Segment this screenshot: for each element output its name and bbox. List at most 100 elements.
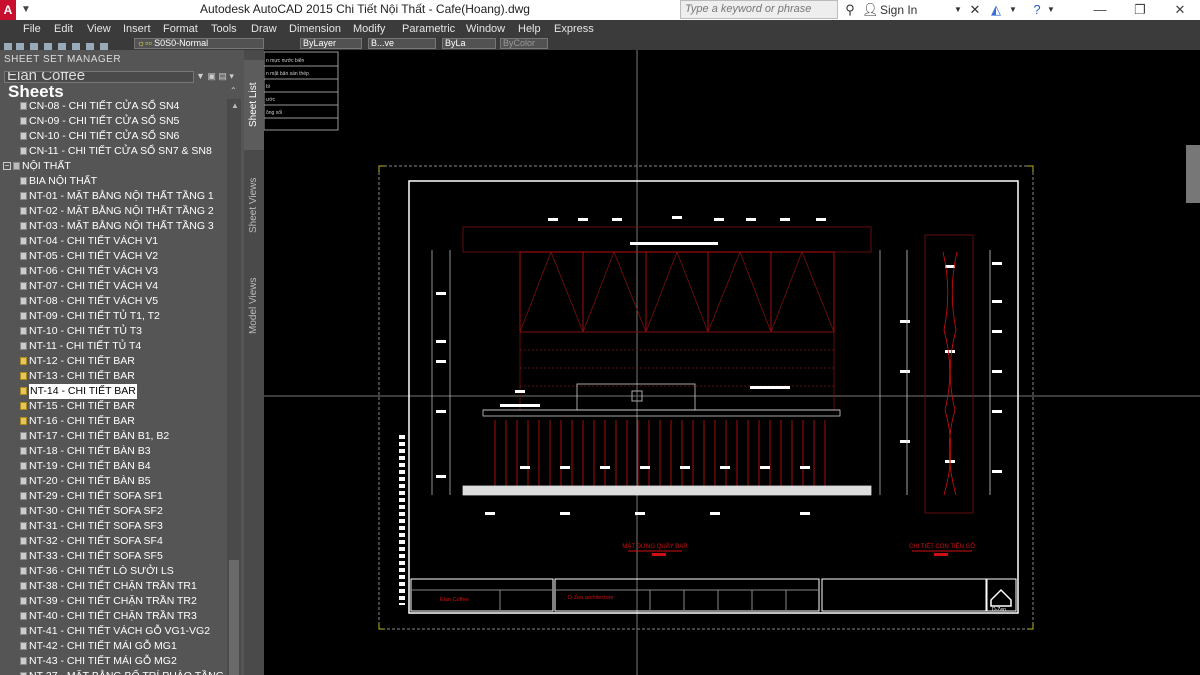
sheet-item[interactable]: NT-10 - CHI TIẾT TỦ T3	[0, 324, 227, 339]
menu-format[interactable]: Format	[163, 23, 198, 35]
menu-edit[interactable]: Edit	[54, 23, 73, 35]
sheet-item[interactable]: NT-32 - CHI TIẾT SOFA SF4	[0, 534, 227, 549]
application-menu-chevron-icon[interactable]: ▼	[17, 0, 35, 20]
tree-group[interactable]: − NỘI THẤT	[0, 159, 227, 174]
search-input[interactable]: Type a keyword or phrase	[680, 0, 838, 19]
tab-model-views[interactable]: Model Views	[244, 258, 264, 353]
sheet-item[interactable]: NT-41 - CHI TIẾT VÁCH GỖ VG1-VG2	[0, 624, 227, 639]
sheet-icon	[20, 657, 27, 665]
sheet-item[interactable]: NT-15 - CHI TIẾT BAR	[0, 399, 227, 414]
sheet-item[interactable]: NT-20 - CHI TIẾT BÀN B5	[0, 474, 227, 489]
scroll-up-arrow-icon[interactable]: ▲	[231, 101, 239, 110]
ssm-tool-icons[interactable]: ▼ ▣ ▤ ▾	[196, 71, 240, 83]
linetype-dropdown[interactable]: B...ve	[368, 38, 436, 49]
help-icon[interactable]: ?	[1028, 0, 1046, 20]
sheet-item[interactable]: NT-30 - CHI TIẾT SOFA SF2	[0, 504, 227, 519]
layer-dropdown[interactable]: ☼▫▫ S0S0-Normal	[134, 38, 264, 49]
sheet-item[interactable]: NT-42 - CHI TIẾT MÁI GỖ MG1	[0, 639, 227, 654]
sheet-item[interactable]: NT-29 - CHI TIẾT SOFA SF1	[0, 489, 227, 504]
menu-window[interactable]: Window	[466, 23, 505, 35]
sheet-item[interactable]: NT-40 - CHI TIẾT CHẶN TRẦN TR3	[0, 609, 227, 624]
collapse-chevron-icon[interactable]: ⌃	[230, 86, 237, 95]
sheet-item[interactable]: NT-19 - CHI TIẾT BÀN B4	[0, 459, 227, 474]
sheet-item[interactable]: NT-13 - CHI TIẾT BAR	[0, 369, 227, 384]
tab-sheet-views[interactable]: Sheet Views	[244, 160, 264, 250]
exchange-apps-icon[interactable]: ✕	[966, 0, 984, 20]
color-dropdown[interactable]: ByLayer	[300, 38, 362, 49]
plotstyle-dropdown[interactable]: ByColor	[500, 38, 548, 49]
sheet-item[interactable]: NT-07 - CHI TIẾT VÁCH V4	[0, 279, 227, 294]
sheet-item[interactable]: NT-16 - CHI TIẾT BAR	[0, 414, 227, 429]
sheet-item[interactable]: BIA NỘI THẤT	[0, 174, 227, 189]
user-icon[interactable]: 👤︎	[862, 0, 879, 20]
sheet-item[interactable]: NT-17 - CHI TIẾT BÀN B1, B2	[0, 429, 227, 444]
menu-parametric[interactable]: Parametric	[402, 23, 455, 35]
sheet-item-label: NT-19 - CHI TIẾT BÀN B4	[29, 460, 151, 472]
menu-dimension[interactable]: Dimension	[289, 23, 341, 35]
sheet-icon	[20, 327, 27, 335]
sheet-icon	[20, 147, 27, 155]
sheet-item[interactable]: NT-06 - CHI TIẾT VÁCH V3	[0, 264, 227, 279]
close-button[interactable]: ✕	[1160, 0, 1200, 20]
menu-view[interactable]: View	[87, 23, 111, 35]
baluster-detail-drawing	[906, 234, 991, 514]
sheet-item[interactable]: CN-11 - CHI TIẾT CỬA SỔ SN7 & SN8	[0, 144, 227, 159]
sheet-item-label: NT-01 - MẶT BẰNG NỘI THẤT TẦNG 1	[29, 190, 214, 202]
tab-sheet-list[interactable]: Sheet List	[244, 60, 264, 150]
menu-tools[interactable]: Tools	[211, 23, 237, 35]
a360-dropdown-icon[interactable]: ▼	[1008, 0, 1018, 20]
sheet-icon	[20, 642, 27, 650]
minimize-button[interactable]: —	[1080, 0, 1120, 20]
sheet-item[interactable]: NT-14 - CHI TIẾT BAR	[0, 383, 227, 400]
sheet-item[interactable]: NT-03 - MẶT BẰNG NỘI THẤT TẦNG 3	[0, 219, 227, 234]
sheet-item[interactable]: NT-05 - CHI TIẾT VÁCH V2	[0, 249, 227, 264]
sheet-item[interactable]: NT-33 - CHI TIẾT SOFA SF5	[0, 549, 227, 564]
sheet-icon	[20, 477, 27, 485]
scrollbar-thumb[interactable]	[229, 560, 239, 675]
sheet-item[interactable]: NT-31 - CHI TIẾT SOFA SF3	[0, 519, 227, 534]
menu-express[interactable]: Express	[554, 23, 594, 35]
sheet-item[interactable]: CN-09 - CHI TIẾT CỬA SỔ SN5	[0, 114, 227, 129]
sheet-item[interactable]: NT-36 - CHI TIẾT LÒ SƯỞI LS	[0, 564, 227, 579]
sheet-item[interactable]: NT-18 - CHI TIẾT BÀN B3	[0, 444, 227, 459]
firm-logo-icon	[990, 588, 1012, 607]
menu-draw[interactable]: Draw	[251, 23, 277, 35]
sheet-item[interactable]: NT-04 - CHI TIẾT VÁCH V1	[0, 234, 227, 249]
sign-in-dropdown-icon[interactable]: ▼	[952, 0, 964, 20]
sheet-item[interactable]: NT-11 - CHI TIẾT TỦ T4	[0, 339, 227, 354]
menu-insert[interactable]: Insert	[123, 23, 151, 35]
maximize-button[interactable]: ❐	[1120, 0, 1160, 20]
lineweight-dropdown[interactable]: ByLa	[442, 38, 496, 49]
binoculars-icon[interactable]: ⚲	[842, 0, 858, 20]
tree-group-label: NỘI THẤT	[22, 160, 71, 172]
help-dropdown-icon[interactable]: ▼	[1046, 0, 1056, 20]
collapse-toggle-icon[interactable]: −	[3, 162, 11, 170]
sheet-item[interactable]: NT-01 - MẶT BẰNG NỘI THẤT TẦNG 1	[0, 189, 227, 204]
right-side-panel-tab[interactable]	[1186, 145, 1200, 203]
sheet-item[interactable]: NT-08 - CHI TIẾT VÁCH V5	[0, 294, 227, 309]
menu-file[interactable]: File	[23, 23, 41, 35]
sheet-item[interactable]: NT-09 - CHI TIẾT TỦ T1, T2	[0, 309, 227, 324]
sheet-item[interactable]: NT-12 - CHI TIẾT BAR	[0, 354, 227, 369]
sheet-icon	[20, 267, 27, 275]
sheet-item[interactable]: NT-38 - CHI TIẾT CHẶN TRẦN TR1	[0, 579, 227, 594]
sheet-item[interactable]: NT-37 - MẶT BẰNG BỐ TRÍ PHÀO TẦNG 1	[0, 669, 227, 675]
sheet-item[interactable]: CN-08 - CHI TIẾT CỬA SỔ SN4	[0, 99, 227, 114]
sheet-item-label: NT-31 - CHI TIẾT SOFA SF3	[29, 520, 163, 532]
sheet-tree[interactable]: CN-08 - CHI TIẾT CỬA SỔ SN4 CN-09 - CHI T…	[0, 99, 227, 675]
menu-help[interactable]: Help	[518, 23, 541, 35]
sheet-item-label: NT-06 - CHI TIẾT VÁCH V3	[29, 265, 159, 277]
sheet-item-label: NT-04 - CHI TIẾT VÁCH V1	[29, 235, 159, 247]
autocad-logo-icon[interactable]: A	[0, 0, 16, 20]
layer-tool-icons[interactable]	[4, 39, 114, 51]
sheet-item[interactable]: CN-10 - CHI TIẾT CỬA SỔ SN6	[0, 129, 227, 144]
sheet-item[interactable]: NT-43 - CHI TIẾT MÁI GỖ MG2	[0, 654, 227, 669]
sign-in-link[interactable]: Sign In	[880, 3, 917, 17]
drawing-canvas[interactable]: n mực nước biển n mặt bản sàn thép bì ướ…	[264, 50, 1200, 675]
sheet-item[interactable]: NT-02 - MẶT BẰNG NỘI THẤT TẦNG 2	[0, 204, 227, 219]
legend-row-4: ước	[266, 97, 276, 103]
sheet-item[interactable]: NT-39 - CHI TIẾT CHẶN TRẦN TR2	[0, 594, 227, 609]
autodesk-a360-icon[interactable]: ◭	[986, 0, 1006, 20]
menu-modify[interactable]: Modify	[353, 23, 385, 35]
sheet-item-label: CN-11 - CHI TIẾT CỬA SỔ SN7 & SN8	[29, 145, 212, 157]
